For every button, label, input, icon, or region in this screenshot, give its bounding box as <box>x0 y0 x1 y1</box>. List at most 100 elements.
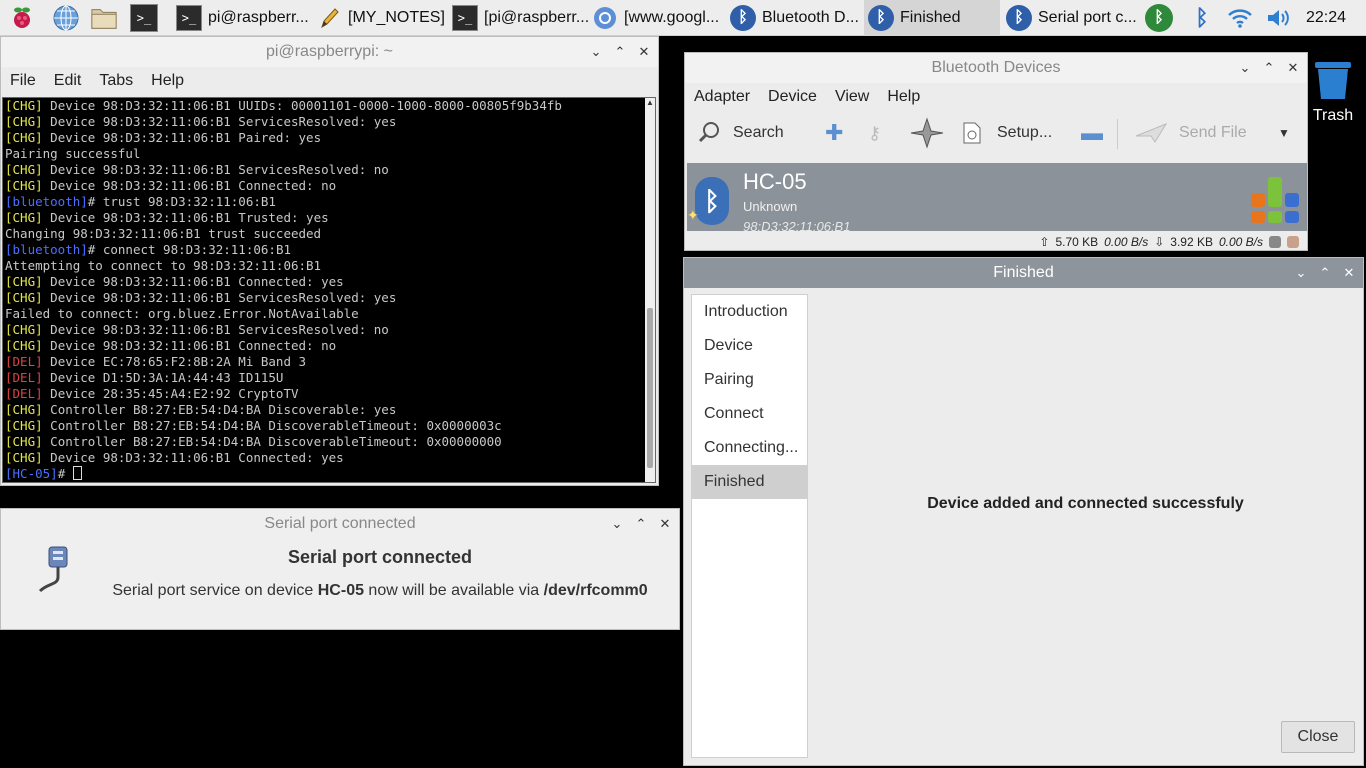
menu-view[interactable]: View <box>826 88 878 106</box>
bt-devices-titlebar[interactable]: Bluetooth Devices ⌄ ⌃ ✕ <box>685 53 1307 83</box>
menu-tabs[interactable]: Tabs <box>90 72 142 90</box>
task-label: [MY_NOTES] <box>348 9 445 26</box>
network-indicator-icon <box>1285 211 1299 223</box>
message-text: now will be available via <box>363 582 544 599</box>
volume-tray-icon[interactable] <box>1264 4 1292 32</box>
menu-adapter[interactable]: Adapter <box>685 88 759 106</box>
tx-power-icon <box>1285 193 1299 207</box>
maximize-icon[interactable]: ⌃ <box>1259 60 1279 76</box>
web-browser-launcher-icon[interactable] <box>52 4 80 32</box>
send-file-button[interactable]: Send File <box>1135 117 1247 149</box>
pair-button[interactable]: ⚷ <box>868 117 881 149</box>
raspberry-menu-icon[interactable] <box>8 4 36 32</box>
link-quality-icon <box>1268 177 1282 207</box>
menu-help[interactable]: Help <box>878 88 929 106</box>
terminal-text: [CHG] Device 98:D3:32:11:06:B1 UUIDs: 00… <box>5 98 645 482</box>
terminal-line: Failed to connect: org.bluez.Error.NotAv… <box>5 306 359 321</box>
bluetooth-icon: ᛒ <box>868 5 894 31</box>
adapter-status-icon[interactable] <box>1269 236 1281 248</box>
task-label: Finished <box>900 9 961 26</box>
close-icon[interactable]: ✕ <box>634 44 654 60</box>
task-serial-port[interactable]: ᛒ Serial port c... <box>1002 0 1138 36</box>
clock[interactable]: 22:24 <box>1306 9 1346 27</box>
task-finished[interactable]: ᛒ Finished <box>864 0 1000 36</box>
task-label: Serial port c... <box>1038 9 1137 26</box>
search-label: Search <box>733 124 784 141</box>
serial-notice-titlebar[interactable]: Serial port connected ⌄ ⌃ ✕ <box>1 509 679 539</box>
terminal-line: [CHG] Controller B8:27:EB:54:D4:BA Disco… <box>5 418 502 433</box>
close-icon[interactable]: ✕ <box>1339 265 1359 281</box>
terminal-line: [CHG] Device 98:D3:32:11:06:B1 ServicesR… <box>5 162 389 177</box>
close-icon[interactable]: ✕ <box>1283 60 1303 76</box>
task-notes[interactable]: [MY_NOTES] <box>312 0 448 36</box>
device-list[interactable]: ᛒ ✦ HC-05 Unknown 98:D3:32:11:06:B1 <box>687 163 1307 231</box>
wizard-steps-sidebar: Introduction Device Pairing Connect Conn… <box>691 294 808 758</box>
setup-button[interactable]: Setup... <box>961 117 1052 149</box>
close-button[interactable]: Close <box>1281 721 1355 753</box>
close-icon[interactable]: ✕ <box>655 516 675 532</box>
toolbar-separator <box>1117 119 1118 149</box>
port-path: /dev/rfcomm0 <box>543 582 648 599</box>
trash-label: Trash <box>1312 107 1354 124</box>
scroll-up-icon[interactable]: ▲ <box>646 98 654 107</box>
terminal-icon: >_ <box>452 5 478 31</box>
upload-rate: 0.00 B/s <box>1104 235 1149 249</box>
terminal-line: [CHG] Device 98:D3:32:11:06:B1 ServicesR… <box>5 114 397 129</box>
device-address: 98:D3:32:11:06:B1 <box>743 219 851 231</box>
terminal-titlebar[interactable]: pi@raspberrypi: ~ ⌄ ⌃ ✕ <box>1 37 658 67</box>
minimize-icon[interactable]: ⌄ <box>607 516 627 532</box>
maximize-icon[interactable]: ⌃ <box>610 44 630 60</box>
terminal-line: [CHG] Controller B8:27:EB:54:D4:BA Disco… <box>5 402 397 417</box>
device-type: Unknown <box>743 199 798 214</box>
bluetooth-connected-tray-icon[interactable]: ᛒ <box>1145 4 1173 32</box>
maximize-icon[interactable]: ⌃ <box>631 516 651 532</box>
trust-button[interactable] <box>911 117 943 149</box>
wizard-result-message: Device added and connected successfuly <box>927 495 1244 512</box>
scrollbar-thumb[interactable] <box>647 308 653 468</box>
audio-indicator-icon <box>1268 211 1282 223</box>
trash-desktop-item[interactable]: Trash <box>1310 58 1356 125</box>
bt-menubar: Adapter Device View Help <box>685 83 1307 111</box>
minimize-icon[interactable]: ⌄ <box>586 44 606 60</box>
minimize-icon[interactable]: ⌄ <box>1235 60 1255 76</box>
bt-toolbar: Search ✚ ⚷ Setup... ▬ Send File ▼ <box>685 111 1307 155</box>
terminal-icon: >_ <box>176 5 202 31</box>
terminal-output[interactable]: [CHG] Device 98:D3:32:11:06:B1 UUIDs: 00… <box>2 97 656 483</box>
search-button[interactable]: Search <box>697 117 784 149</box>
task-terminal-1[interactable]: >_ pi@raspberr... <box>172 0 310 36</box>
task-terminal-2[interactable]: >_ [pi@raspberr... <box>448 0 588 36</box>
wizard-titlebar[interactable]: Finished ⌄ ⌃ ✕ <box>684 258 1363 288</box>
terminal-line: Changing 98:D3:32:11:06:B1 trust succeed… <box>5 226 322 241</box>
step-connecting: Connecting... <box>704 439 799 456</box>
upload-total: 5.70 KB <box>1055 235 1099 249</box>
terminal-line: [DEL] Device EC:78:65:F2:8B:2A Mi Band 3 <box>5 354 307 369</box>
menu-file[interactable]: File <box>1 72 45 90</box>
bluetooth-device-icon: ᛒ <box>695 177 729 225</box>
terminal-prompt[interactable]: [HC-05]# <box>5 466 645 482</box>
bluetooth-tray-icon[interactable]: ᛒ <box>1188 4 1216 32</box>
menu-device[interactable]: Device <box>759 88 826 106</box>
window-title: pi@raspberrypi: ~ <box>266 43 393 60</box>
task-bluetooth-devices[interactable]: ᛒ Bluetooth D... <box>726 0 862 36</box>
terminal-line: [DEL] Device 28:35:45:A4:E2:92 CryptoTV <box>5 386 299 401</box>
device-row-hc05[interactable]: ᛒ ✦ HC-05 Unknown 98:D3:32:11:06:B1 <box>687 163 1307 231</box>
file-manager-launcher-icon[interactable] <box>90 4 118 32</box>
menu-help[interactable]: Help <box>142 72 193 90</box>
terminal-line: [CHG] Device 98:D3:32:11:06:B1 ServicesR… <box>5 290 397 305</box>
terminal-launcher-icon[interactable]: >_ <box>130 4 158 32</box>
terminal-line: [bluetooth]# connect 98:D3:32:11:06:B1 <box>5 242 291 257</box>
maximize-icon[interactable]: ⌃ <box>1315 265 1335 281</box>
task-label: [www.googl... <box>624 9 720 26</box>
menu-edit[interactable]: Edit <box>45 72 91 90</box>
add-device-button[interactable]: ✚ <box>825 117 843 149</box>
task-browser[interactable]: [www.googl... <box>588 0 726 36</box>
remove-device-button[interactable]: ▬ <box>1081 117 1103 149</box>
signal-icon <box>1251 193 1265 207</box>
text-cursor <box>72 466 82 480</box>
wifi-tray-icon[interactable] <box>1226 4 1254 32</box>
toolbar-overflow-button[interactable]: ▼ <box>1278 117 1290 149</box>
terminal-scrollbar[interactable]: ▲ <box>645 98 655 482</box>
minimize-icon[interactable]: ⌄ <box>1291 265 1311 281</box>
activity-icon[interactable] <box>1287 236 1299 248</box>
bluetooth-icon: ᛒ <box>1006 5 1032 31</box>
